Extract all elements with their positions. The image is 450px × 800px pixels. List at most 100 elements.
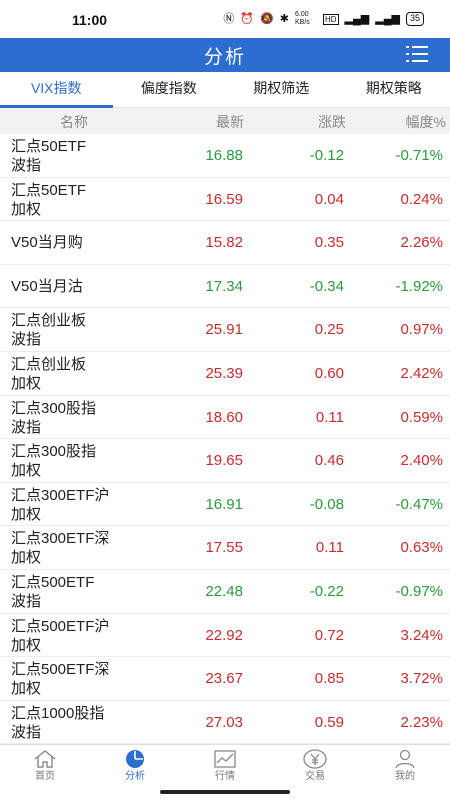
nav-home[interactable]: 首页 — [0, 745, 90, 786]
nav-profile-label: 我的 — [395, 771, 415, 782]
bottom-nav: 首页 分析 行情 交易 我的 — [0, 744, 450, 786]
battery-icon: 35 — [405, 12, 424, 26]
table-row[interactable]: V50当月购 15.82 0.35 2.26% — [0, 221, 450, 265]
row-pct: 2.23% — [400, 713, 443, 731]
mute-icon: 🔕 — [260, 13, 274, 25]
nfc-icon: Ⓝ — [223, 13, 235, 25]
network-speed: 6.00 KB/s — [294, 11, 310, 26]
tab-bar: VIX指数 偏度指数 期权筛选 期权策略 — [0, 72, 450, 108]
nav-trade-label: 交易 — [305, 771, 325, 782]
nav-profile[interactable]: 我的 — [360, 745, 450, 786]
table-row[interactable]: 汇点500ETF 波指 22.48 -0.22 -0.97% — [0, 570, 450, 614]
yen-icon — [303, 749, 327, 769]
index-table: 汇点50ETF 波指 16.88 -0.12 -0.71% 汇点50ETF 加权 1… — [0, 134, 450, 745]
page-title: 分析 — [203, 47, 246, 68]
table-row[interactable]: 汇点500ETF沪 加权 22.92 0.72 3.24% — [0, 614, 450, 658]
row-pct: 3.24% — [400, 626, 443, 644]
signal-icon-2: ▂▄▆ — [375, 13, 400, 25]
row-pct: 0.97% — [400, 321, 443, 339]
nav-market-label: 行情 — [215, 771, 235, 782]
table-row[interactable]: 汇点创业板 波指 25.91 0.25 0.97% — [0, 308, 450, 352]
tab-option-strategy[interactable]: 期权策略 — [338, 72, 450, 107]
row-pct: 0.63% — [400, 539, 443, 557]
signal-icon: ▂▄▆ — [344, 13, 370, 25]
app-header: 分析 — [0, 38, 450, 72]
row-pct: 2.42% — [400, 364, 443, 382]
row-change: 0.25 — [314, 321, 344, 339]
table-row[interactable]: 汇点50ETF 波指 16.88 -0.12 -0.71% — [0, 134, 450, 178]
row-name: 汇点300ETF深 加权 — [11, 530, 110, 567]
alarm-icon: ⏰ — [240, 13, 255, 25]
tab-skew[interactable]: 偏度指数 — [113, 72, 226, 107]
home-icon — [34, 750, 56, 768]
row-name: 汇点500ETF 波指 — [11, 573, 95, 610]
line-chart-icon — [214, 750, 236, 768]
row-name: 汇点300股指 波指 — [11, 399, 97, 436]
table-row[interactable]: 汇点50ETF 加权 16.59 0.04 0.24% — [0, 178, 450, 222]
row-last: 22.48 — [205, 582, 243, 600]
column-header-pct[interactable]: 幅度% — [406, 112, 446, 132]
nav-analysis[interactable]: 分析 — [90, 745, 180, 786]
table-row[interactable]: 汇点300股指 波指 18.60 0.11 0.59% — [0, 396, 450, 440]
row-last: 27.03 — [205, 713, 243, 731]
menu-icon[interactable] — [406, 45, 428, 63]
status-time: 11:00 — [72, 12, 108, 28]
row-last: 15.82 — [205, 234, 243, 252]
row-name: 汇点50ETF 加权 — [11, 181, 87, 218]
row-change: -0.12 — [309, 147, 344, 164]
row-pct: 0.59% — [400, 408, 443, 426]
column-header-last[interactable]: 最新 — [216, 112, 244, 132]
row-pct: 3.72% — [400, 670, 443, 688]
row-name: 汇点500ETF深 加权 — [11, 661, 110, 698]
row-name: 汇点创业板 加权 — [11, 355, 87, 392]
table-row[interactable]: 汇点300ETF沪 加权 16.91 -0.08 -0.47% — [0, 483, 450, 527]
row-change: 0.85 — [314, 670, 344, 688]
row-change: -0.34 — [309, 277, 344, 295]
row-change: 0.11 — [315, 408, 344, 426]
row-change: 0.11 — [315, 539, 344, 557]
row-pct: -1.92% — [395, 277, 443, 295]
row-name: V50当月沽 — [11, 277, 83, 295]
column-header-name[interactable]: 名称 — [60, 112, 88, 132]
row-last: 16.91 — [205, 495, 243, 513]
row-name: 汇点50ETF 波指 — [11, 138, 87, 174]
table-row[interactable]: 汇点300股指 加权 19.65 0.46 2.40% — [0, 439, 450, 483]
row-last: 16.88 — [205, 147, 243, 164]
row-last: 17.34 — [205, 277, 243, 295]
row-last: 18.60 — [205, 408, 243, 426]
row-last: 23.67 — [205, 670, 243, 688]
table-row[interactable]: 汇点300ETF深 加权 17.55 0.11 0.63% — [0, 526, 450, 570]
nav-trade[interactable]: 交易 — [270, 745, 360, 786]
table-row[interactable]: 汇点500ETF深 加权 23.67 0.85 3.72% — [0, 657, 450, 701]
row-pct: 2.26% — [400, 234, 443, 252]
row-pct: -0.71% — [395, 147, 443, 164]
row-name: 汇点500ETF沪 加权 — [11, 617, 110, 654]
pie-chart-icon — [126, 750, 144, 768]
row-pct: 2.40% — [400, 452, 443, 470]
row-change: 0.46 — [314, 452, 344, 470]
table-row[interactable]: V50当月沽 17.34 -0.34 -1.92% — [0, 265, 450, 309]
table-row[interactable]: 汇点1000股指 波指 27.03 0.59 2.23% — [0, 701, 450, 745]
row-name: 汇点300股指 加权 — [11, 443, 97, 480]
column-header-change[interactable]: 涨跌 — [318, 112, 346, 132]
status-icons: Ⓝ ⏰ 🔕 ✱ 6.00 KB/s HD ▂▄▆ ▂▄▆ 35 — [223, 11, 424, 27]
row-pct: 0.24% — [400, 190, 443, 208]
hd-icon: HD — [322, 13, 339, 25]
row-change: 0.04 — [314, 190, 344, 208]
row-last: 19.65 — [205, 452, 243, 470]
row-last: 16.59 — [205, 190, 243, 208]
row-change: -0.08 — [309, 495, 344, 513]
tab-option-filter[interactable]: 期权筛选 — [225, 72, 338, 107]
nav-home-label: 首页 — [35, 771, 55, 782]
row-name: 汇点1000股指 波指 — [11, 704, 105, 741]
row-last: 17.55 — [205, 539, 243, 557]
row-pct: -0.47% — [395, 495, 443, 513]
status-bar: 11:00 Ⓝ ⏰ 🔕 ✱ 6.00 KB/s HD ▂▄▆ ▂▄▆ 35 — [0, 0, 450, 38]
table-row[interactable]: 汇点创业板 加权 25.39 0.60 2.42% — [0, 352, 450, 396]
nav-market[interactable]: 行情 — [180, 745, 270, 786]
row-last: 25.39 — [205, 364, 243, 382]
row-last: 22.92 — [205, 626, 243, 644]
user-icon — [395, 749, 415, 769]
tab-vix[interactable]: VIX指数 — [0, 72, 113, 108]
row-change: 0.59 — [314, 713, 344, 731]
